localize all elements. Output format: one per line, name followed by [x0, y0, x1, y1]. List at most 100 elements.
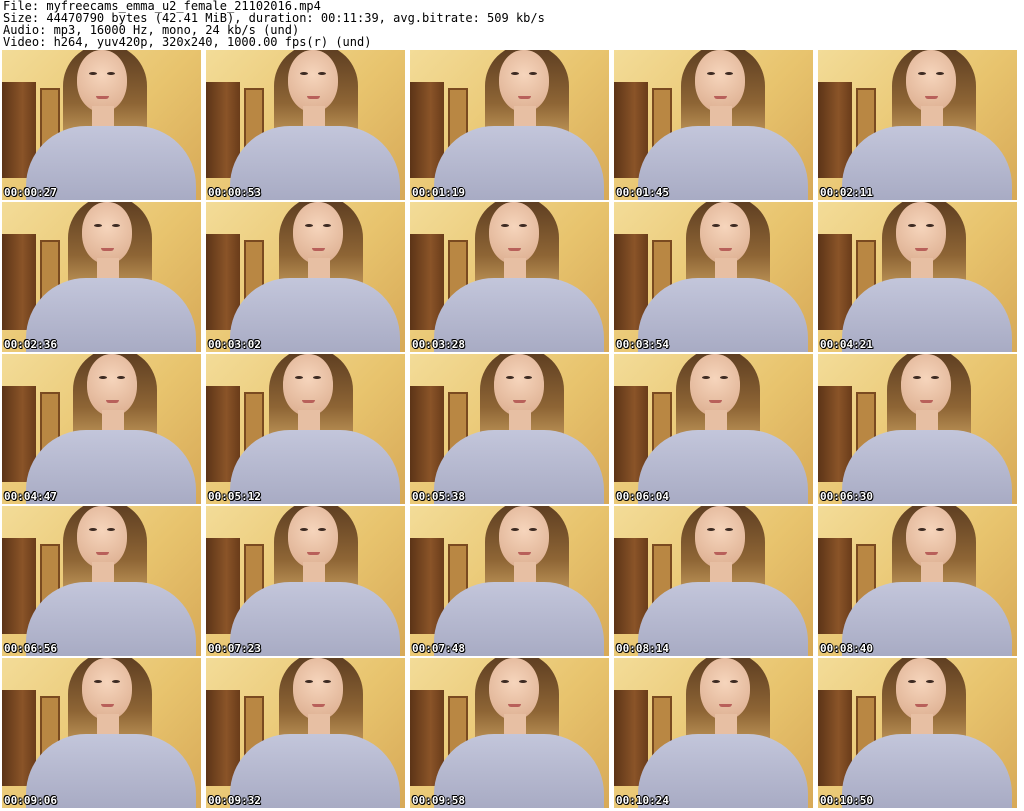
- face-figure: [82, 658, 132, 720]
- face-figure: [499, 506, 549, 568]
- eye-figure: [89, 72, 97, 75]
- eye-figure: [511, 528, 519, 531]
- eye-figure: [519, 224, 527, 227]
- video-thumbnail: 00:08:40: [818, 506, 1017, 656]
- video-info-line: Video: h264, yuv420p, 320x240, 1000.00 f…: [3, 35, 372, 49]
- mouth-figure: [101, 704, 114, 707]
- face-figure: [288, 506, 338, 568]
- mouth-figure: [714, 552, 727, 555]
- eye-figure: [501, 224, 509, 227]
- face-figure: [499, 50, 549, 112]
- video-thumbnail: 00:09:32: [206, 658, 405, 808]
- video-thumbnail: 00:06:04: [614, 354, 813, 504]
- eye-figure: [926, 680, 934, 683]
- mouth-figure: [915, 704, 928, 707]
- face-figure: [695, 506, 745, 568]
- face-figure: [906, 506, 956, 568]
- mouth-figure: [925, 96, 938, 99]
- video-thumbnail: 00:05:12: [206, 354, 405, 504]
- thumbnail-timestamp: 00:10:50: [820, 794, 873, 807]
- eye-figure: [712, 224, 720, 227]
- eye-figure: [117, 376, 125, 379]
- video-thumbnail: 00:06:30: [818, 354, 1017, 504]
- thumbnail-timestamp: 00:00:27: [4, 186, 57, 199]
- eye-figure: [313, 376, 321, 379]
- face-figure: [288, 50, 338, 112]
- face-figure: [695, 50, 745, 112]
- thumbnail-timestamp: 00:02:36: [4, 338, 57, 351]
- thumbnail-timestamp: 00:01:19: [412, 186, 465, 199]
- eye-figure: [300, 72, 308, 75]
- eye-figure: [300, 528, 308, 531]
- video-thumbnail: 00:03:54: [614, 202, 813, 352]
- eye-figure: [918, 72, 926, 75]
- mouth-figure: [719, 248, 732, 251]
- eye-figure: [305, 680, 313, 683]
- mouth-figure: [518, 552, 531, 555]
- eye-figure: [931, 376, 939, 379]
- thumbnail-timestamp: 00:09:58: [412, 794, 465, 807]
- video-thumbnail: 00:02:36: [2, 202, 201, 352]
- face-figure: [901, 354, 951, 416]
- mouth-figure: [714, 96, 727, 99]
- eye-figure: [908, 680, 916, 683]
- thumbnail-timestamp: 00:03:28: [412, 338, 465, 351]
- eye-figure: [323, 224, 331, 227]
- eye-figure: [529, 528, 537, 531]
- eye-figure: [323, 680, 331, 683]
- eye-figure: [295, 376, 303, 379]
- eye-figure: [511, 72, 519, 75]
- video-thumbnail: 00:02:11: [818, 50, 1017, 200]
- eye-figure: [707, 72, 715, 75]
- mouth-figure: [106, 400, 119, 403]
- thumbnail-timestamp: 00:04:21: [820, 338, 873, 351]
- mouth-figure: [508, 704, 521, 707]
- face-figure: [700, 658, 750, 720]
- eye-figure: [730, 224, 738, 227]
- mouth-figure: [709, 400, 722, 403]
- face-figure: [690, 354, 740, 416]
- eye-figure: [89, 528, 97, 531]
- thumbnail-timestamp: 00:07:23: [208, 642, 261, 655]
- face-figure: [489, 658, 539, 720]
- mouth-figure: [96, 552, 109, 555]
- eye-figure: [707, 528, 715, 531]
- mouth-figure: [312, 248, 325, 251]
- eye-figure: [936, 528, 944, 531]
- video-thumbnail: 00:07:48: [410, 506, 609, 656]
- eye-figure: [702, 376, 710, 379]
- thumbnail-timestamp: 00:03:02: [208, 338, 261, 351]
- face-figure: [906, 50, 956, 112]
- eye-figure: [529, 72, 537, 75]
- video-thumbnail: 00:01:19: [410, 50, 609, 200]
- eye-figure: [725, 528, 733, 531]
- thumbnail-timestamp: 00:00:53: [208, 186, 261, 199]
- face-figure: [293, 658, 343, 720]
- face-figure: [77, 50, 127, 112]
- mouth-figure: [307, 552, 320, 555]
- mouth-figure: [312, 704, 325, 707]
- thumbnail-timestamp: 00:10:24: [616, 794, 669, 807]
- eye-figure: [501, 680, 509, 683]
- video-thumbnail: 00:10:24: [614, 658, 813, 808]
- video-thumbnail: 00:04:21: [818, 202, 1017, 352]
- thumbnail-timestamp: 00:05:38: [412, 490, 465, 503]
- mouth-figure: [96, 96, 109, 99]
- eye-figure: [926, 224, 934, 227]
- video-thumbnail: 00:05:38: [410, 354, 609, 504]
- thumbnail-timestamp: 00:09:06: [4, 794, 57, 807]
- mouth-figure: [920, 400, 933, 403]
- eye-figure: [318, 528, 326, 531]
- eye-figure: [918, 528, 926, 531]
- face-figure: [87, 354, 137, 416]
- eye-figure: [712, 680, 720, 683]
- eye-figure: [730, 680, 738, 683]
- face-figure: [896, 658, 946, 720]
- eye-figure: [720, 376, 728, 379]
- eye-figure: [524, 376, 532, 379]
- thumbnail-timestamp: 00:06:04: [616, 490, 669, 503]
- eye-figure: [913, 376, 921, 379]
- face-figure: [489, 202, 539, 264]
- mouth-figure: [101, 248, 114, 251]
- video-thumbnail: 00:08:14: [614, 506, 813, 656]
